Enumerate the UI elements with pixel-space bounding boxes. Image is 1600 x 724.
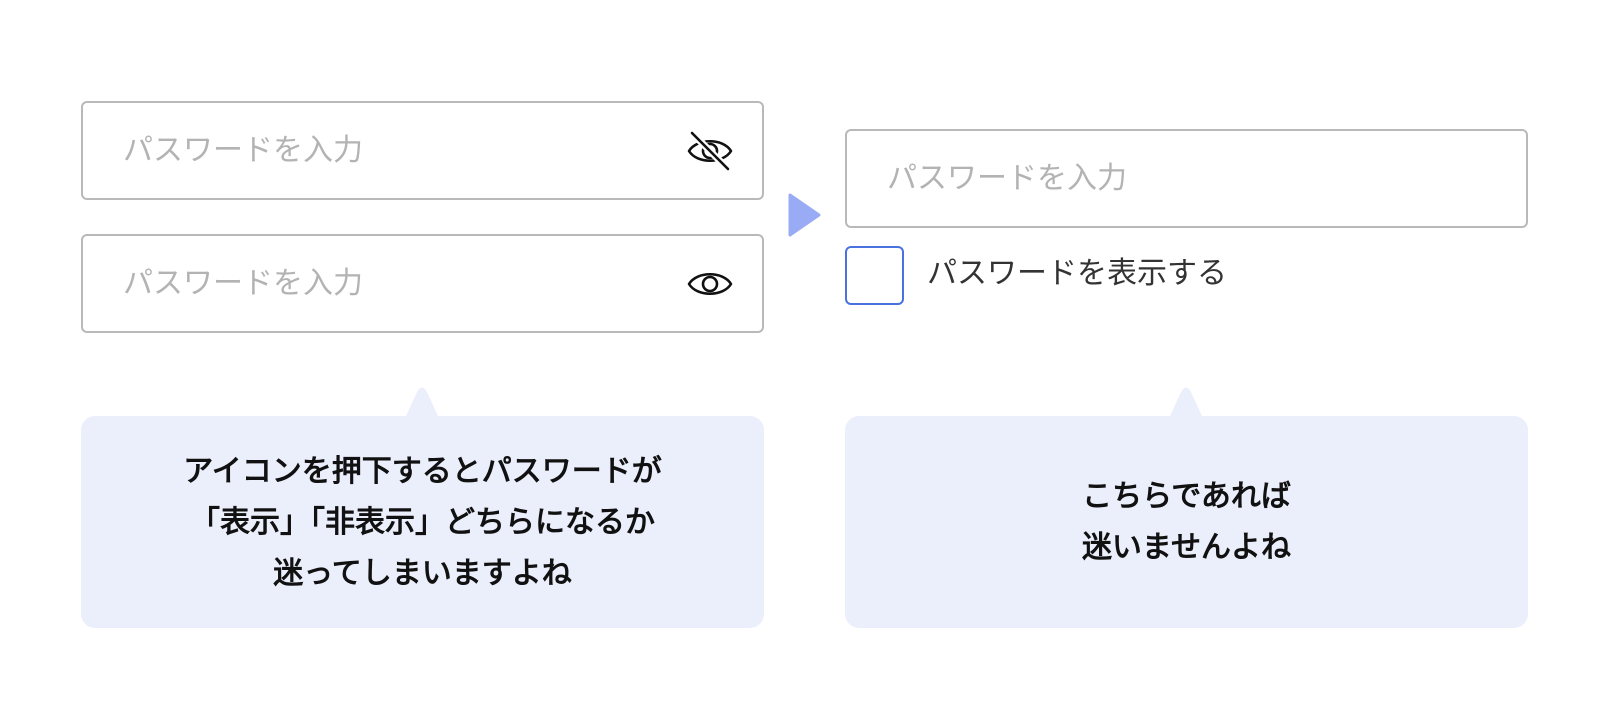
show-password-checkbox[interactable] xyxy=(845,246,904,305)
password-field xyxy=(845,129,1528,228)
password-input[interactable] xyxy=(887,131,1407,226)
note-line: アイコンを押下するとパスワードが xyxy=(183,453,662,489)
note-bubble-left: アイコンを押下するとパスワードが 「表示」「非表示」どちらになるか 迷ってしまい… xyxy=(81,387,764,628)
bubble-tail xyxy=(406,387,438,416)
password-input-visible[interactable] xyxy=(123,236,643,331)
show-password-label[interactable]: パスワードを表示する xyxy=(927,254,1227,294)
eye-off-icon[interactable] xyxy=(686,130,734,172)
password-field-hidden xyxy=(81,101,764,200)
note-line: 迷いませんよね xyxy=(1081,530,1292,565)
note-bubble-right: こちらであれば 迷いませんよね xyxy=(845,387,1528,628)
password-field-visible xyxy=(81,234,764,333)
password-input-hidden[interactable] xyxy=(123,103,643,198)
eye-icon[interactable] xyxy=(686,263,734,305)
note-line: 「表示」「非表示」どちらになるか xyxy=(190,504,655,540)
bubble-tail xyxy=(1170,387,1202,416)
note-line: こちらであれば xyxy=(1082,479,1291,514)
note-line: 迷ってしまいますよね xyxy=(273,555,572,591)
arrow-right-icon xyxy=(788,192,822,238)
